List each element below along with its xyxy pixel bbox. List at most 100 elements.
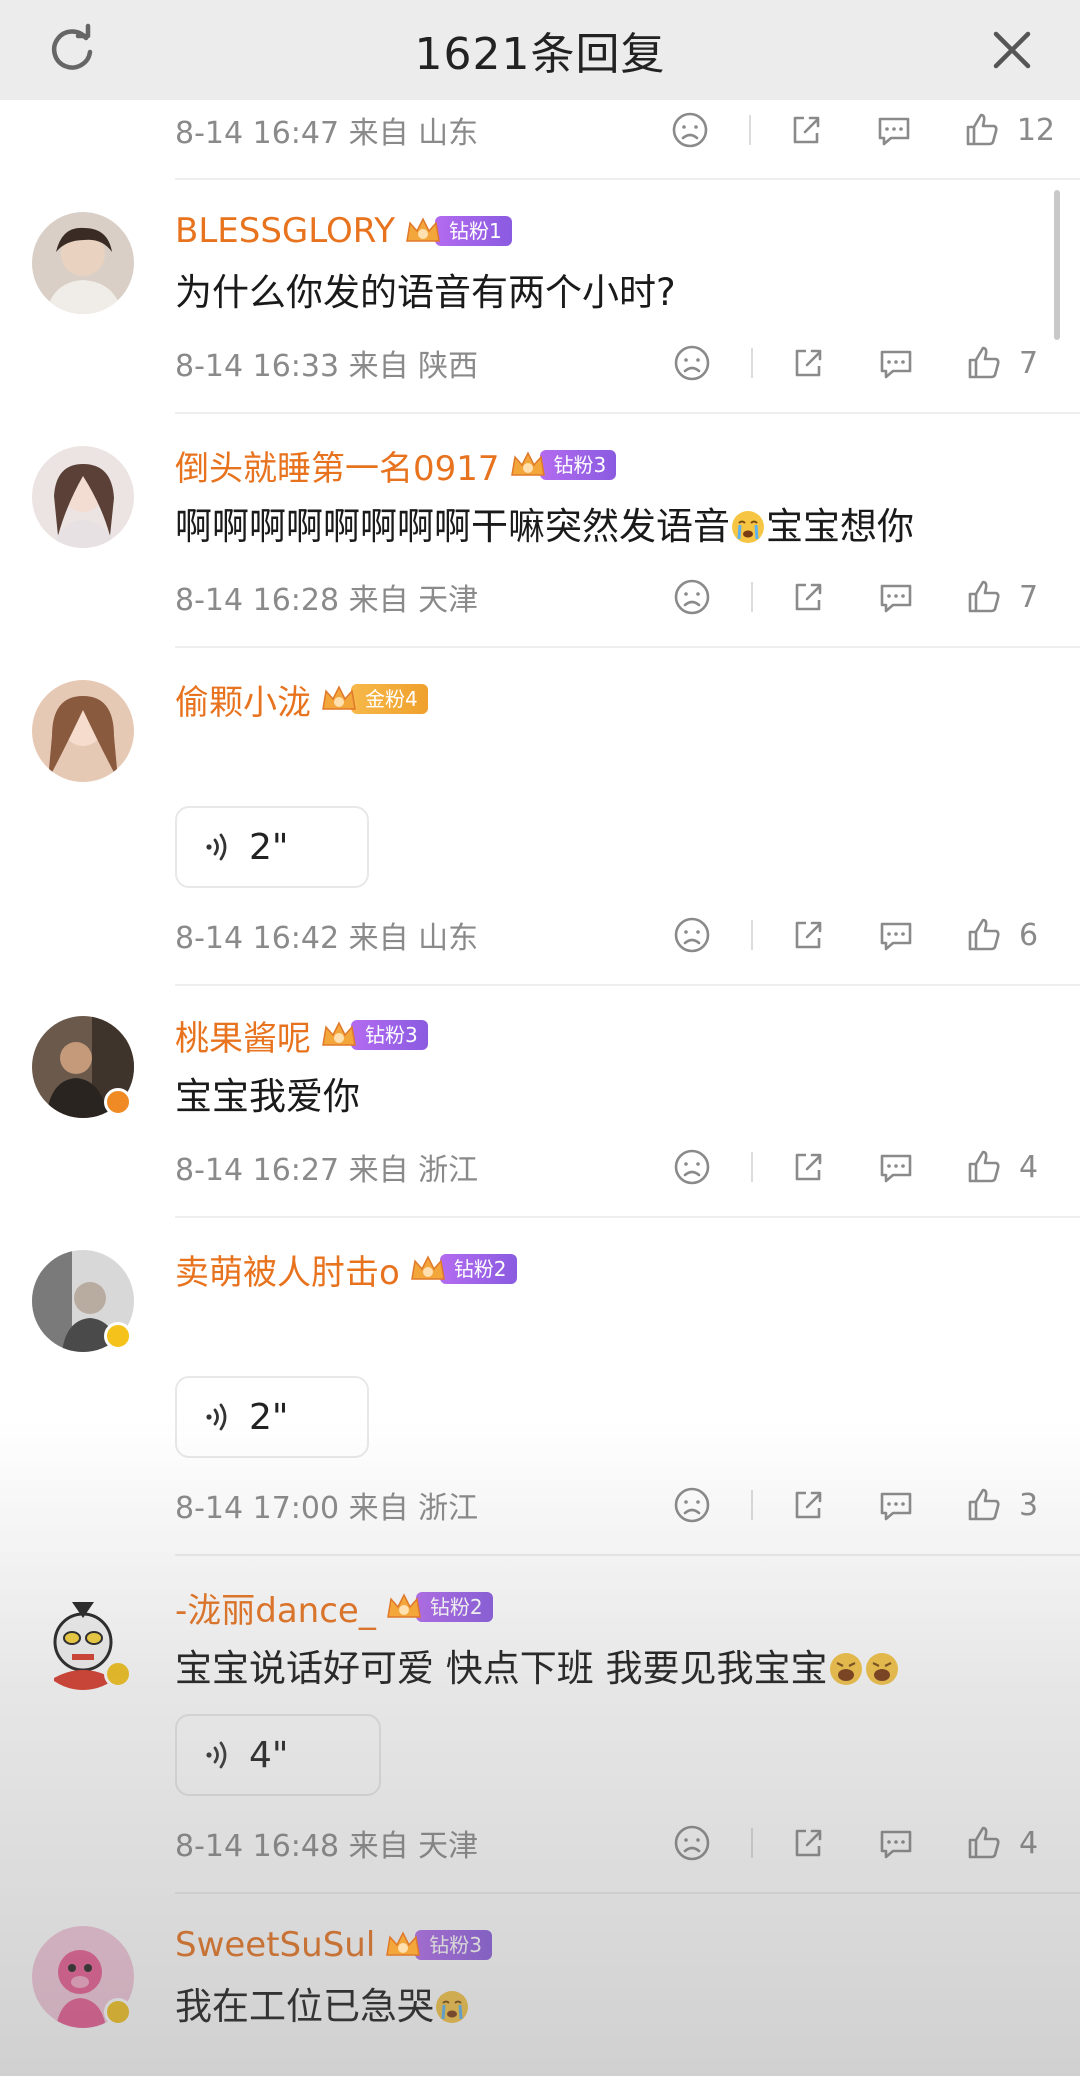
crying-emoji-icon (732, 511, 764, 543)
divider (175, 178, 1080, 180)
share-icon[interactable] (789, 344, 827, 382)
like-icon[interactable] (965, 578, 1003, 616)
dislike-face-icon[interactable] (673, 344, 711, 382)
like-icon[interactable] (965, 344, 1003, 382)
share-icon[interactable] (789, 1148, 827, 1186)
verified-badge-icon (104, 1322, 132, 1350)
comment-header: 倒头就睡第一名0917 钻粉3 (175, 440, 617, 490)
separator (751, 1490, 753, 1520)
username[interactable]: 桃果酱呢 (175, 1011, 311, 1060)
reply-panel-header: 1621条回复 (0, 0, 1080, 100)
comment-text-part: 宝宝说话好可爱 快点下班 我要见我宝宝 (175, 1647, 828, 1690)
comment-meta-row: 8-14 16:47 来自 山东 12 (175, 105, 1055, 155)
fan-level-label: 钻粉3 (351, 1020, 428, 1050)
dislike-face-icon[interactable] (673, 916, 711, 954)
like-count: 4 (1019, 1825, 1039, 1861)
refresh-icon[interactable] (44, 22, 100, 78)
verified-badge-icon (104, 1998, 132, 2026)
share-icon[interactable] (789, 916, 827, 954)
username[interactable]: BLESSGLORY (175, 211, 395, 251)
crown-icon (410, 1255, 445, 1280)
divider (175, 1216, 1080, 1218)
reply-icon[interactable] (877, 1824, 915, 1862)
comment-header: BLESSGLORY 钻粉1 (175, 206, 512, 256)
username[interactable]: 卖萌被人肘击o (175, 1245, 400, 1294)
share-icon[interactable] (789, 1486, 827, 1524)
like-count: 6 (1019, 917, 1039, 953)
close-icon[interactable] (984, 22, 1040, 78)
like-icon[interactable] (965, 916, 1003, 954)
reply-icon[interactable] (877, 916, 915, 954)
fan-badge[interactable]: 钻粉3 (319, 1017, 428, 1053)
dislike-face-icon[interactable] (673, 1148, 711, 1186)
like-icon[interactable] (965, 1486, 1003, 1524)
comment-meta-row: 8-14 16:28 来自 天津 7 (175, 572, 1055, 622)
reply-icon[interactable] (877, 578, 915, 616)
reply-icon[interactable] (875, 111, 913, 149)
fan-level-label: 钻粉2 (415, 1592, 493, 1622)
fan-badge[interactable]: 钻粉2 (384, 1589, 493, 1625)
like-count: 7 (1019, 345, 1039, 381)
share-icon[interactable] (789, 1824, 827, 1862)
crown-icon (322, 685, 356, 710)
comment-time: 8-14 16:28 来自 天津 (175, 583, 479, 618)
avatar[interactable] (32, 680, 134, 782)
comment-time: 8-14 16:27 来自 浙江 (175, 1153, 479, 1188)
fan-level-label: 钻粉3 (539, 450, 617, 480)
username[interactable]: SweetSuSul (175, 1925, 375, 1965)
panel-title: 1621条回复 (414, 29, 666, 80)
comment-meta-row: 8-14 16:33 来自 陕西 7 (175, 338, 1055, 388)
comment-header: SweetSuSul 钻粉3 (175, 1920, 492, 1970)
reply-icon[interactable] (877, 344, 915, 382)
comment-text: 宝宝说话好可爱 快点下班 我要见我宝宝 (175, 1638, 900, 1692)
fan-badge[interactable]: 金粉4 (319, 681, 428, 717)
comment-text-part: 啊啊啊啊啊啊啊啊干嘛突然发语音 (175, 505, 730, 548)
fan-level-label: 钻粉3 (415, 1930, 492, 1960)
comment-header: -泷丽dance_ 钻粉2 (175, 1582, 493, 1632)
scrollbar[interactable] (1054, 190, 1060, 340)
dislike-face-icon[interactable] (673, 1486, 711, 1524)
divider (175, 1554, 1080, 1556)
fan-badge[interactable]: 钻粉2 (408, 1251, 517, 1287)
voice-wave-icon (206, 833, 227, 861)
share-icon[interactable] (787, 111, 825, 149)
avatar[interactable] (32, 212, 134, 314)
reply-icon[interactable] (877, 1148, 915, 1186)
dislike-face-icon[interactable] (671, 111, 709, 149)
fan-badge[interactable]: 钻粉3 (508, 447, 617, 483)
fan-badge[interactable]: 钻粉1 (403, 213, 512, 249)
share-icon[interactable] (789, 578, 827, 616)
reply-icon[interactable] (877, 1486, 915, 1524)
separator (748, 115, 751, 145)
voice-message-button[interactable]: 2" (175, 806, 369, 888)
crown-icon (322, 1021, 356, 1046)
comment-text: 宝宝我爱你 (175, 1075, 360, 1118)
divider (175, 1892, 1080, 1894)
fan-level-label: 钻粉2 (439, 1254, 517, 1284)
comment-text: 我在工位已急哭 (175, 1976, 470, 2030)
crown-icon (510, 451, 545, 476)
like-icon[interactable] (965, 1824, 1003, 1862)
comment-meta-row: 8-14 17:00 来自 浙江 3 (175, 1480, 1055, 1530)
like-icon[interactable] (965, 1148, 1003, 1186)
fan-badge[interactable]: 钻粉3 (383, 1927, 492, 1963)
username[interactable]: 倒头就睡第一名0917 (175, 441, 500, 490)
comment-time: 8-14 17:00 来自 浙江 (175, 1491, 479, 1526)
comment-time: 8-14 16:42 来自 山东 (175, 921, 479, 956)
dislike-face-icon[interactable] (673, 578, 711, 616)
username[interactable]: 偷颗小泷 (175, 675, 311, 724)
dislike-face-icon[interactable] (673, 1824, 711, 1862)
username[interactable]: -泷丽dance_ (175, 1583, 376, 1632)
voice-message-button[interactable]: 4" (175, 1714, 381, 1796)
voice-wave-icon (206, 1403, 227, 1431)
separator (751, 1828, 753, 1858)
avatar[interactable] (32, 446, 134, 548)
comment-text: 啊啊啊啊啊啊啊啊干嘛突然发语音 宝宝想你 (175, 496, 914, 550)
crying-emoji-icon (436, 1991, 468, 2023)
like-count: 4 (1019, 1149, 1039, 1185)
comment-time: 8-14 16:47 来自 山东 (175, 116, 479, 151)
wailing-emoji-icon (829, 1653, 862, 1685)
voice-message-button[interactable]: 2" (175, 1376, 369, 1458)
separator (751, 1152, 753, 1182)
like-icon[interactable] (963, 111, 1001, 149)
